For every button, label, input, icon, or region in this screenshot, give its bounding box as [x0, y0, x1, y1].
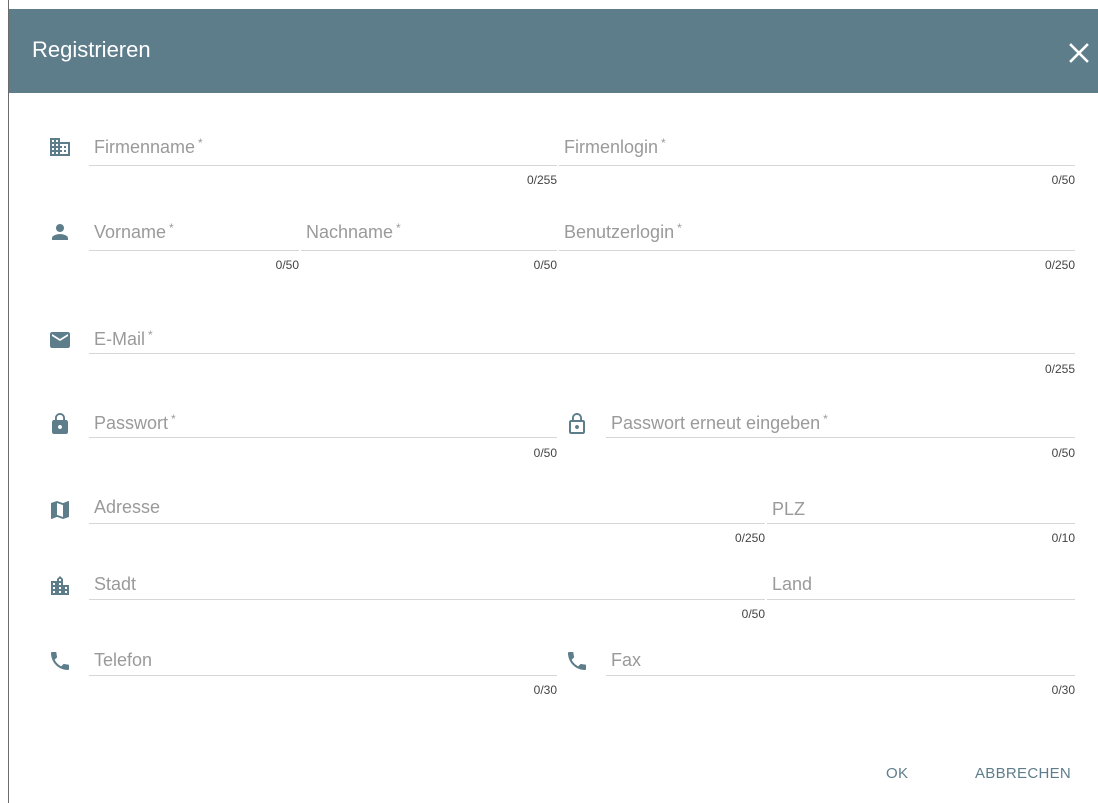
- adresse-label: Adresse: [94, 497, 161, 517]
- firmenname-label: Firmenname: [94, 137, 196, 157]
- char-counter: 0/10: [1051, 531, 1075, 545]
- input-underline: [89, 523, 765, 524]
- input-underline: [301, 250, 557, 251]
- map-icon: [48, 498, 72, 522]
- telefon-field[interactable]: Telefon 0/30: [89, 646, 557, 706]
- input-underline: [89, 165, 557, 166]
- char-counter: 0/50: [533, 258, 557, 272]
- register-dialog: Registrieren Firmenname * 0/255 Firmenlog…: [9, 9, 1098, 803]
- ok-button[interactable]: OK: [886, 765, 908, 782]
- required-marker: *: [661, 136, 666, 150]
- input-underline: [559, 250, 1075, 251]
- plz-label: PLZ: [772, 499, 806, 519]
- vorname-label: Vorname: [94, 222, 167, 242]
- telefon-label: Telefon: [94, 650, 153, 670]
- input-underline: [767, 523, 1075, 524]
- email-label: E-Mail: [94, 329, 146, 349]
- passwort-label: Passwort: [94, 413, 169, 433]
- char-counter: 0/30: [533, 683, 557, 697]
- stadt-label: Stadt: [94, 574, 137, 594]
- input-underline: [89, 353, 1075, 354]
- stadt-field[interactable]: Stadt 0/50: [89, 570, 765, 626]
- plz-field[interactable]: PLZ 0/10: [767, 493, 1075, 553]
- email-icon: [48, 328, 72, 352]
- passwort-repeat-label: Passwort erneut eingeben: [611, 413, 821, 433]
- land-field[interactable]: Land: [767, 570, 1075, 626]
- benutzerlogin-field[interactable]: Benutzerlogin * 0/250: [559, 218, 1075, 278]
- fax-label: Fax: [611, 650, 642, 670]
- char-counter: 0/50: [533, 446, 557, 460]
- firmenlogin-field[interactable]: Firmenlogin * 0/50: [559, 133, 1075, 193]
- vorname-field[interactable]: Vorname * 0/50: [89, 218, 299, 278]
- nachname-field[interactable]: Nachname * 0/50: [301, 218, 557, 278]
- required-marker: *: [677, 221, 682, 235]
- required-marker: *: [148, 328, 153, 342]
- nachname-label: Nachname: [306, 222, 394, 242]
- fax-field[interactable]: Fax 0/30: [606, 646, 1075, 706]
- phone-icon: [565, 649, 589, 673]
- dialog-header: Registrieren: [9, 9, 1098, 93]
- required-marker: *: [823, 412, 828, 426]
- background-edge: [0, 0, 9, 803]
- char-counter: 0/30: [1051, 683, 1075, 697]
- char-counter: 0/50: [275, 258, 299, 272]
- business-icon: [48, 135, 72, 159]
- lock-icon: [48, 412, 72, 436]
- cancel-button[interactable]: ABBRECHEN: [975, 765, 1071, 782]
- passwort-field[interactable]: Passwort * 0/50: [89, 409, 557, 469]
- firmenname-field[interactable]: Firmenname * 0/255: [89, 133, 557, 193]
- land-label: Land: [772, 574, 813, 594]
- required-marker: *: [198, 136, 203, 150]
- close-icon[interactable]: [1068, 42, 1090, 64]
- input-underline: [89, 437, 557, 438]
- required-marker: *: [169, 221, 174, 235]
- email-field[interactable]: E-Mail * 0/255: [89, 325, 1075, 385]
- phone-icon: [48, 649, 72, 673]
- input-underline: [767, 599, 1075, 600]
- dialog-title: Registrieren: [32, 37, 151, 62]
- char-counter: 0/250: [734, 531, 765, 545]
- char-counter: 0/255: [1044, 362, 1075, 376]
- adresse-field[interactable]: Adresse 0/250: [89, 493, 765, 553]
- input-underline: [89, 675, 557, 676]
- input-underline: [606, 675, 1075, 676]
- lock-outline-icon: [565, 412, 589, 436]
- firmenlogin-label: Firmenlogin: [564, 137, 659, 157]
- char-counter: 0/50: [1051, 446, 1075, 460]
- input-underline: [606, 437, 1075, 438]
- required-marker: *: [396, 221, 401, 235]
- input-underline: [559, 165, 1075, 166]
- person-icon: [48, 220, 72, 244]
- input-underline: [89, 250, 299, 251]
- required-marker: *: [171, 412, 176, 426]
- passwort-repeat-field[interactable]: Passwort erneut eingeben * 0/50: [606, 409, 1075, 469]
- char-counter: 0/50: [1051, 173, 1075, 187]
- input-underline: [89, 599, 765, 600]
- location-city-icon: [48, 574, 72, 598]
- benutzerlogin-label: Benutzerlogin: [564, 222, 675, 242]
- char-counter: 0/50: [741, 607, 765, 621]
- char-counter: 0/250: [1044, 258, 1075, 272]
- char-counter: 0/255: [526, 173, 557, 187]
